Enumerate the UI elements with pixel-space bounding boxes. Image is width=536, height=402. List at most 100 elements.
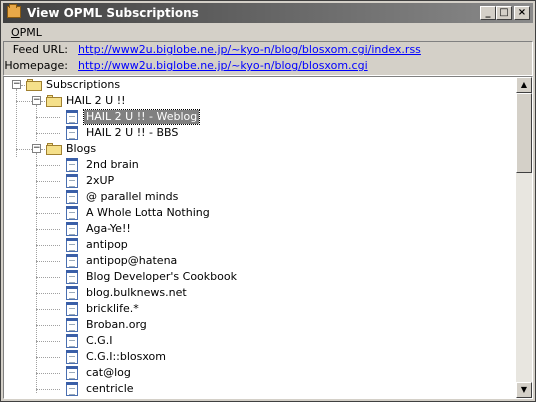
tree-connector xyxy=(36,389,60,390)
feed-document-icon xyxy=(66,286,78,300)
feed-document-icon xyxy=(66,174,78,188)
tree-connector xyxy=(36,197,60,198)
tree-leaf[interactable]: cat@log xyxy=(4,365,516,381)
feed-document-icon xyxy=(66,190,78,204)
folder-icon xyxy=(46,95,62,107)
tree-connector xyxy=(36,245,60,246)
homepage-label: Homepage: xyxy=(4,59,68,72)
scroll-thumb[interactable] xyxy=(516,93,532,173)
feed-document-icon xyxy=(66,110,78,124)
tree-connector xyxy=(36,117,60,118)
tree-node-group1[interactable]: − HAIL 2 U !! xyxy=(4,93,516,109)
tree-label: antipop xyxy=(86,238,128,251)
tree-leaf[interactable]: HAIL 2 U !! - Weblog xyxy=(4,109,516,125)
tree-leaf[interactable]: blog.bulknews.net xyxy=(4,285,516,301)
menu-opml[interactable]: OPML xyxy=(11,26,42,39)
tree-label: @ parallel minds xyxy=(86,190,179,203)
tree-leaf[interactable]: Broban.org xyxy=(4,317,516,333)
tree-label: centricle xyxy=(86,382,134,395)
tree-label: Aga-Ye!! xyxy=(86,222,131,235)
tree-leaf[interactable]: C.G.I xyxy=(4,333,516,349)
tree-leaf[interactable]: C.G.I::blosxom xyxy=(4,349,516,365)
tree-leaf[interactable]: A Whole Lotta Nothing xyxy=(4,205,516,221)
tree-label: HAIL 2 U !! xyxy=(66,94,126,107)
homepage-link[interactable]: http://www2u.biglobe.ne.jp/~kyo-n/blog/b… xyxy=(78,59,368,72)
feed-document-icon xyxy=(66,350,78,364)
scroll-down-button[interactable]: ▼ xyxy=(516,382,532,398)
tree-leaf[interactable]: @ parallel minds xyxy=(4,189,516,205)
tree-connector xyxy=(36,373,60,374)
feed-document-icon xyxy=(66,206,78,220)
tree-label: 2xUP xyxy=(86,174,115,187)
feed-url-link[interactable]: http://www2u.biglobe.ne.jp/~kyo-n/blog/b… xyxy=(78,43,421,56)
tree-label: blog.bulknews.net xyxy=(86,286,187,299)
tree-leaf[interactable]: bricklife.* xyxy=(4,301,516,317)
collapse-icon[interactable]: − xyxy=(32,144,41,153)
tree-label: A Whole Lotta Nothing xyxy=(86,206,210,219)
tree-connector xyxy=(41,149,45,150)
tree-connector xyxy=(36,309,60,310)
tree-label: bricklife.* xyxy=(86,302,139,315)
tree-label: cat@log xyxy=(86,366,131,379)
minimize-button[interactable]: _ xyxy=(480,6,496,20)
tree-label: Blogs xyxy=(66,142,97,155)
tree-connector xyxy=(36,293,60,294)
feed-document-icon xyxy=(66,270,78,284)
scroll-up-button[interactable]: ▲ xyxy=(516,77,532,93)
tree-label: Subscriptions xyxy=(46,78,121,91)
window-title: View OPML Subscriptions xyxy=(27,6,199,20)
subscriptions-tree[interactable]: − Subscriptions − HAIL 2 U !! HAIL 2 U !… xyxy=(3,76,533,399)
tree-connector xyxy=(36,261,60,262)
vertical-scrollbar[interactable]: ▲ ▼ xyxy=(516,77,532,398)
feed-url-label: Feed URL: xyxy=(12,43,68,56)
tree-label: HAIL 2 U !! - Weblog xyxy=(82,109,201,125)
tree-leaf[interactable]: Aga-Ye!! xyxy=(4,221,516,237)
folder-app-icon xyxy=(7,4,21,18)
collapse-icon[interactable]: − xyxy=(32,96,41,105)
menu-opml-mnemonic: O xyxy=(11,26,20,39)
feed-url-row: Feed URL: http://www2u.biglobe.ne.jp/~ky… xyxy=(4,43,524,59)
tree-connector xyxy=(36,229,60,230)
tree-connector xyxy=(36,277,60,278)
tree-label: Broban.org xyxy=(86,318,147,331)
tree-connector xyxy=(36,357,60,358)
tree-label: C.G.I xyxy=(86,334,113,347)
maximize-button[interactable]: □ xyxy=(496,6,512,20)
tree-label: HAIL 2 U !! - BBS xyxy=(86,126,179,139)
feed-document-icon xyxy=(66,254,78,268)
tree-connector xyxy=(36,325,60,326)
tree-leaf[interactable]: HAIL 2 U !! - BBS xyxy=(4,125,516,141)
feed-document-icon xyxy=(66,366,78,380)
feed-document-icon xyxy=(66,126,78,140)
opml-window: View OPML Subscriptions _ □ × OPML Feed … xyxy=(0,0,536,402)
feed-document-icon xyxy=(66,318,78,332)
menu-bar: OPML xyxy=(3,23,533,41)
tree-connector xyxy=(16,101,32,102)
tree-leaf[interactable]: antipop xyxy=(4,237,516,253)
feed-document-icon xyxy=(66,382,78,396)
tree-node-root[interactable]: − Subscriptions xyxy=(4,77,516,93)
feed-document-icon xyxy=(66,238,78,252)
tree-connector xyxy=(36,341,60,342)
tree-leaf[interactable]: 2xUP xyxy=(4,173,516,189)
collapse-icon[interactable]: − xyxy=(12,80,21,89)
tree-connector xyxy=(36,133,60,134)
tree-connector xyxy=(36,181,60,182)
tree-connector xyxy=(16,149,32,150)
tree-label: C.G.I::blosxom xyxy=(86,350,166,363)
tree-leaf[interactable]: Blog Developer's Cookbook xyxy=(4,269,516,285)
feed-document-icon xyxy=(66,222,78,236)
title-bar[interactable]: View OPML Subscriptions _ □ × xyxy=(3,3,533,23)
tree-label: Blog Developer's Cookbook xyxy=(86,270,237,283)
close-button[interactable]: × xyxy=(514,6,530,20)
folder-icon xyxy=(46,143,62,155)
tree-leaf[interactable]: 2nd brain xyxy=(4,157,516,173)
homepage-row: Homepage: http://www2u.biglobe.ne.jp/~ky… xyxy=(4,59,524,75)
feed-document-icon xyxy=(66,158,78,172)
tree-leaf[interactable]: antipop@hatena xyxy=(4,253,516,269)
tree-label: antipop@hatena xyxy=(86,254,178,267)
tree-connector xyxy=(36,213,60,214)
feed-document-icon xyxy=(66,302,78,316)
tree-leaf[interactable]: centricle xyxy=(4,381,516,397)
tree-node-group2[interactable]: − Blogs xyxy=(4,141,516,157)
